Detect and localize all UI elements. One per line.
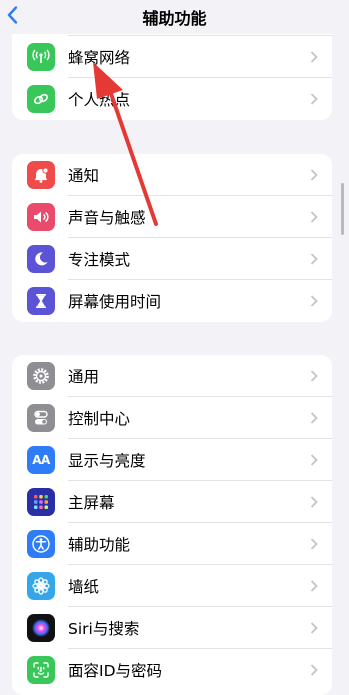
- home-screen-icon: [27, 488, 55, 516]
- gear-icon: [27, 362, 55, 390]
- hourglass-icon: [27, 287, 55, 315]
- chevron-right-icon: [310, 496, 318, 508]
- settings-row-label: 通知: [68, 167, 100, 185]
- settings-row-home-screen[interactable]: 主屏幕: [12, 481, 332, 523]
- chevron-right-icon: [310, 538, 318, 550]
- notifications-group: 通知 声音与触感 专注模式 屏幕使用时间: [12, 154, 332, 322]
- chevron-right-icon: [310, 622, 318, 634]
- chevron-right-icon: [310, 580, 318, 592]
- page-title: 辅助功能: [142, 9, 207, 28]
- settings-row-siri[interactable]: Siri与搜索: [12, 607, 332, 649]
- chevron-right-icon: [310, 211, 318, 223]
- settings-row-label: 主屏幕: [68, 494, 115, 512]
- settings-row-label: 控制中心: [68, 410, 131, 428]
- control-center-icon: [27, 404, 55, 432]
- sound-icon: [27, 203, 55, 231]
- chevron-right-icon: [310, 412, 318, 424]
- chevron-right-icon: [310, 93, 318, 105]
- focus-moon-icon: [27, 245, 55, 273]
- settings-row-label: 蜂窝网络: [68, 49, 131, 67]
- scrollbar[interactable]: [341, 183, 344, 235]
- settings-row-label: 声音与触感: [68, 209, 146, 227]
- chevron-right-icon: [310, 454, 318, 466]
- siri-icon: [27, 614, 55, 642]
- settings-row-label: 屏幕使用时间: [68, 293, 162, 311]
- settings-row-label: 专注模式: [68, 251, 131, 269]
- settings-row-accessibility[interactable]: 辅助功能: [12, 523, 332, 565]
- settings-row-wallpaper[interactable]: 墙纸: [12, 565, 332, 607]
- accessibility-icon: [27, 530, 55, 558]
- settings-row-face-id[interactable]: 面容ID与密码: [12, 649, 332, 691]
- settings-row-label: 通用: [68, 368, 100, 386]
- display-icon-glyph: AA: [32, 453, 50, 467]
- settings-row-display[interactable]: AA 显示与亮度: [12, 439, 332, 481]
- notifications-icon: [27, 161, 55, 189]
- settings-row-label: 显示与亮度: [68, 452, 146, 470]
- settings-row-label: 墙纸: [68, 578, 100, 596]
- settings-row-cellular[interactable]: 蜂窝网络: [12, 36, 332, 78]
- chevron-right-icon: [310, 664, 318, 676]
- settings-row-label: 面容ID与密码: [68, 662, 163, 680]
- general-group: 通用 控制中心 AA 显示与亮度 主屏幕 辅助功能 墙纸 Siri与搜索 面容I…: [12, 355, 332, 695]
- settings-row-label: Siri与搜索: [68, 620, 140, 638]
- display-icon: AA: [27, 446, 55, 474]
- settings-row-label: 辅助功能: [68, 536, 131, 554]
- chevron-right-icon: [310, 370, 318, 382]
- settings-row-general[interactable]: 通用: [12, 355, 332, 397]
- navigation-bar: 辅助功能: [0, 0, 349, 34]
- settings-row-notifications[interactable]: 通知: [12, 154, 332, 196]
- settings-row-sounds[interactable]: 声音与触感: [12, 196, 332, 238]
- settings-row-label: 个人热点: [68, 91, 131, 109]
- chevron-right-icon: [310, 253, 318, 265]
- settings-row-focus[interactable]: 专注模式: [12, 238, 332, 280]
- settings-row-hotspot[interactable]: 个人热点: [12, 78, 332, 120]
- face-id-icon: [27, 656, 55, 684]
- wallpaper-icon: [27, 572, 55, 600]
- settings-row-screen-time[interactable]: 屏幕使用时间: [12, 280, 332, 322]
- cellular-icon: [27, 43, 55, 71]
- chevron-right-icon: [310, 51, 318, 63]
- chevron-right-icon: [310, 295, 318, 307]
- hotspot-icon: [27, 85, 55, 113]
- settings-row-control-center[interactable]: 控制中心: [12, 397, 332, 439]
- chevron-right-icon: [310, 169, 318, 181]
